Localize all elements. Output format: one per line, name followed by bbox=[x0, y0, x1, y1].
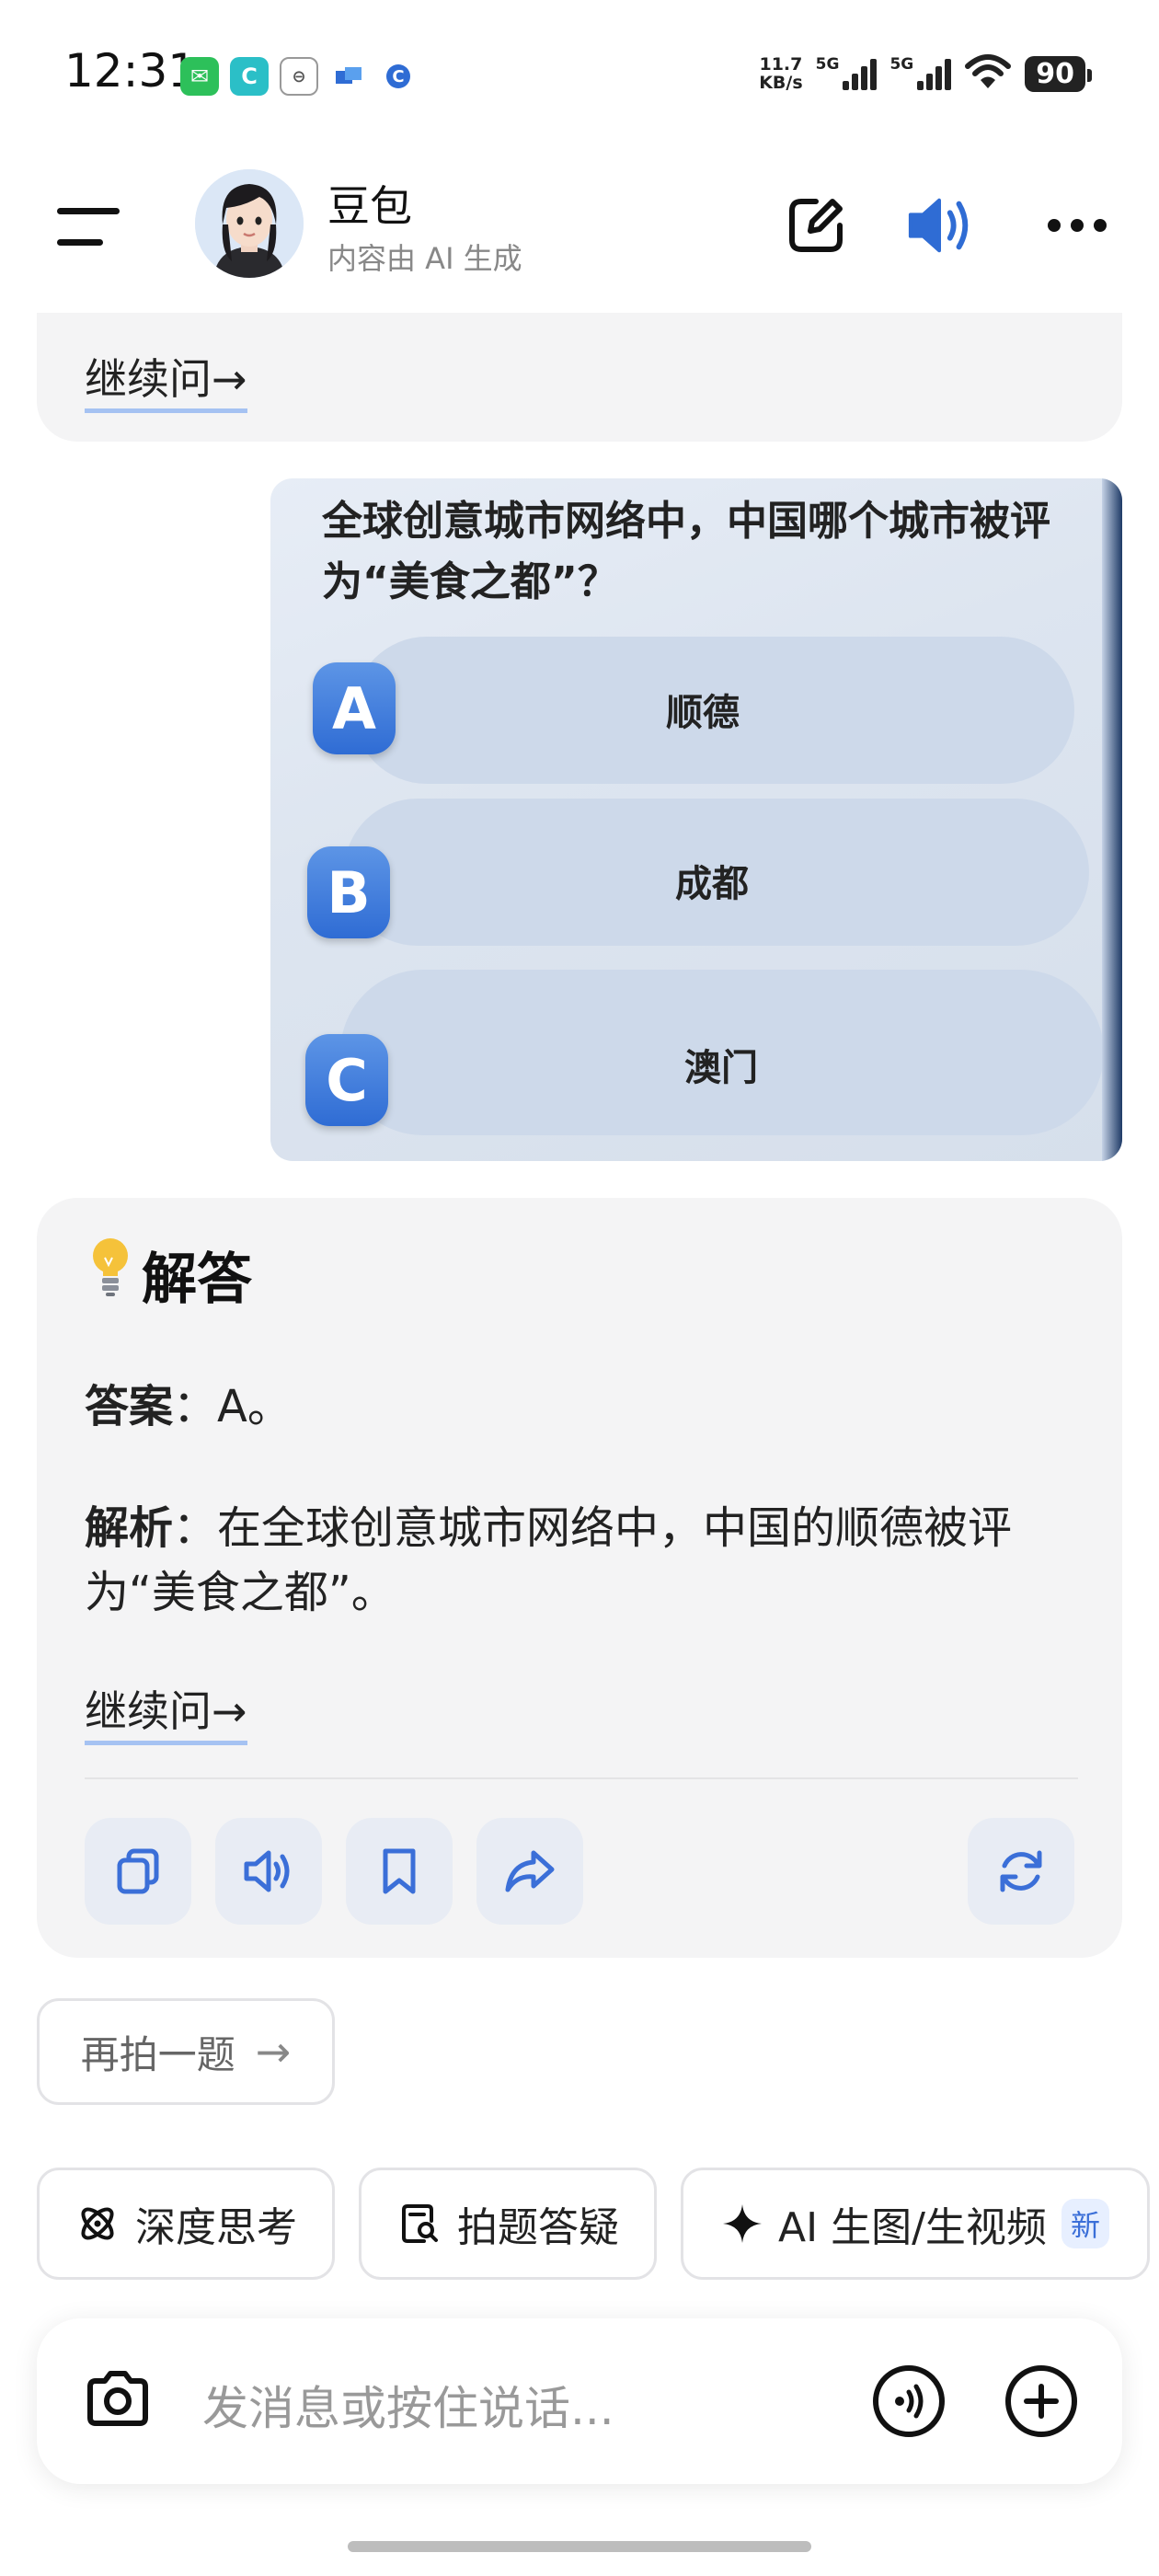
doc-search-icon bbox=[402, 2204, 438, 2243]
svg-text:C: C bbox=[392, 67, 404, 86]
app-circle-icon: ⊖ bbox=[280, 57, 318, 96]
answer-value: ：A。 bbox=[173, 1381, 292, 1432]
continue-ask-link[interactable]: 继续问→ bbox=[85, 346, 247, 413]
answer-title: 解答 bbox=[88, 1235, 252, 1315]
avatar[interactable] bbox=[195, 169, 304, 278]
answer-label: 答案 bbox=[85, 1381, 174, 1432]
question-photo[interactable]: 全球创意城市网络中，中国哪个城市被评为“美食之都”？ A 顺德 B 成都 C 澳… bbox=[270, 478, 1122, 1161]
ai-disclaimer: 内容由 AI 生成 bbox=[327, 241, 522, 276]
analysis-label: 解析 bbox=[85, 1502, 174, 1554]
signal-1-icon: 5G bbox=[816, 57, 878, 90]
app-c-blue-icon: C bbox=[379, 57, 418, 96]
message-input[interactable]: 发消息或按住说话... bbox=[202, 2372, 614, 2438]
photo-option-b-text: 成都 bbox=[675, 863, 749, 905]
analysis-row: 解析：在全球创意城市网络中，中国的顺德被评为“美食之都”。 bbox=[85, 1496, 1078, 1625]
retake-question-button[interactable]: 再拍一题 → bbox=[37, 1998, 335, 2105]
app-blue-icon bbox=[329, 57, 368, 96]
divider bbox=[85, 1777, 1078, 1779]
photo-option-a-letter: A bbox=[313, 662, 396, 754]
sparkle-icon bbox=[723, 2204, 763, 2243]
menu-button[interactable] bbox=[57, 208, 120, 248]
battery-indicator: 90 bbox=[1025, 55, 1092, 92]
copy-icon bbox=[117, 1848, 159, 1894]
share-button[interactable] bbox=[476, 1818, 583, 1925]
voice-call-icon[interactable] bbox=[870, 2363, 947, 2444]
chip-photo-question-label: 拍题答疑 bbox=[457, 2204, 619, 2251]
previous-answer-card: 继续问→ bbox=[37, 313, 1122, 442]
wechat-icon: ✉ bbox=[180, 57, 219, 96]
status-app-icons: ✉ C ⊖ C bbox=[180, 57, 418, 96]
signal-2-icon: 5G bbox=[889, 57, 952, 90]
answer-title-text: 解答 bbox=[142, 1248, 252, 1312]
bookmark-button[interactable] bbox=[346, 1818, 453, 1925]
answer-row: 答案：A。 bbox=[85, 1374, 1078, 1439]
share-icon bbox=[505, 1850, 555, 1892]
status-right: 11.7 KB/s 5G 5G 90 bbox=[759, 53, 1092, 94]
new-chat-edit-icon[interactable] bbox=[780, 190, 852, 261]
chip-photo-question[interactable]: 拍题答疑 bbox=[359, 2168, 657, 2280]
speaker-icon[interactable] bbox=[905, 190, 977, 261]
wifi-icon bbox=[964, 53, 1012, 94]
photo-option-c-letter: C bbox=[305, 1034, 388, 1126]
lightbulb-icon bbox=[88, 1236, 132, 1314]
analysis-value: ：在全球创意城市网络中，中国的顺德被评为“美食之都”。 bbox=[85, 1502, 1013, 1618]
photo-question-text: 全球创意城市网络中，中国哪个城市被评为“美食之都”？ bbox=[322, 498, 1050, 605]
add-plus-icon[interactable] bbox=[1003, 2363, 1080, 2444]
camera-icon[interactable] bbox=[81, 2363, 155, 2440]
refresh-icon bbox=[1000, 1850, 1042, 1892]
photo-edge bbox=[1102, 478, 1122, 1161]
speaker-outline-icon bbox=[244, 1850, 290, 1892]
photo-option-a-text: 顺德 bbox=[666, 692, 740, 734]
bot-name: 豆包 bbox=[327, 181, 412, 231]
more-options-icon[interactable] bbox=[1041, 190, 1113, 261]
copy-button[interactable] bbox=[85, 1818, 191, 1925]
new-badge: 新 bbox=[1061, 2199, 1109, 2248]
continue-ask-link-2[interactable]: 继续问→ bbox=[85, 1678, 247, 1745]
chip-ai-image-video-label: AI 生图/生视频 bbox=[778, 2204, 1047, 2251]
net-speed: 11.7 KB/s bbox=[759, 54, 803, 93]
app-c-icon: C bbox=[230, 57, 269, 96]
home-indicator[interactable] bbox=[348, 2541, 811, 2552]
regenerate-button[interactable] bbox=[968, 1818, 1074, 1925]
photo-option-b-letter: B bbox=[307, 846, 390, 938]
retake-label: 再拍一题 bbox=[80, 2031, 235, 2077]
status-time: 12:31 bbox=[64, 44, 198, 98]
arrow-right-icon: → bbox=[255, 2027, 292, 2076]
photo-option-c-text: 澳门 bbox=[684, 1047, 758, 1089]
bookmark-icon bbox=[383, 1848, 416, 1894]
message-input-bar: 发消息或按住说话... bbox=[37, 2318, 1122, 2484]
read-aloud-button[interactable] bbox=[215, 1818, 322, 1925]
atom-icon bbox=[81, 2207, 114, 2240]
chip-deep-thinking[interactable]: 深度思考 bbox=[37, 2168, 335, 2280]
chip-ai-image-video[interactable]: AI 生图/生视频 新 bbox=[681, 2168, 1150, 2280]
chip-deep-thinking-label: 深度思考 bbox=[135, 2204, 297, 2251]
